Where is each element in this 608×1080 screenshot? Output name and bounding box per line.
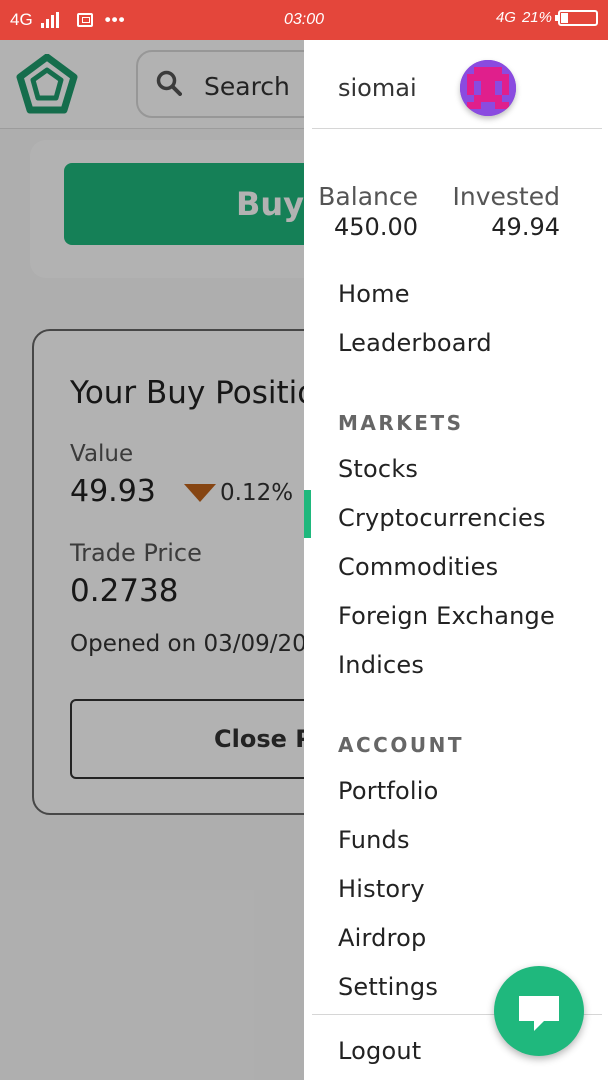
avatar-pattern-icon (460, 60, 516, 116)
nav-item-leaderboard[interactable]: Leaderboard (338, 329, 492, 357)
nav-item-settings[interactable]: Settings (338, 973, 438, 1001)
status-right: 4G 21% (496, 9, 598, 26)
battery-icon (555, 9, 598, 26)
invested-value: 49.94 (491, 213, 560, 241)
battery-percent: 21% (521, 9, 552, 26)
avatar[interactable] (460, 60, 516, 116)
nav-item-airdrop[interactable]: Airdrop (338, 924, 426, 952)
nav-item-foreign-exchange[interactable]: Foreign Exchange (338, 602, 555, 630)
nav-item-funds[interactable]: Funds (338, 826, 410, 854)
balance-value: 450.00 (334, 213, 418, 241)
nav-item-commodities[interactable]: Commodities (338, 553, 498, 581)
drawer-divider-top (312, 128, 602, 129)
username: siomai (338, 74, 417, 102)
side-drawer: siomai Balance 450.00 Invested 49.94 Hom… (304, 40, 608, 1080)
balance-stat: Balance 450.00 (318, 182, 418, 241)
nav-item-stocks[interactable]: Stocks (338, 455, 418, 483)
nav-item-history[interactable]: History (338, 875, 425, 903)
nav-item-home[interactable]: Home (338, 280, 410, 308)
section-heading-markets: MARKETS (338, 411, 464, 435)
nav-item-indices[interactable]: Indices (338, 651, 424, 679)
nav-item-logout[interactable]: Logout (338, 1037, 421, 1065)
chat-button[interactable] (494, 966, 584, 1056)
chat-icon (519, 996, 559, 1031)
active-indicator (304, 490, 311, 538)
nav-item-portfolio[interactable]: Portfolio (338, 777, 439, 805)
status-bar: 4G ••• 03:00 4G 21% (0, 0, 608, 40)
invested-stat: Invested 49.94 (444, 182, 560, 241)
balance-label: Balance (318, 182, 418, 211)
section-heading-account: ACCOUNT (338, 733, 464, 757)
nav-item-cryptocurrencies[interactable]: Cryptocurrencies (338, 504, 546, 532)
network-right-label: 4G (495, 9, 516, 26)
invested-label: Invested (452, 182, 560, 211)
